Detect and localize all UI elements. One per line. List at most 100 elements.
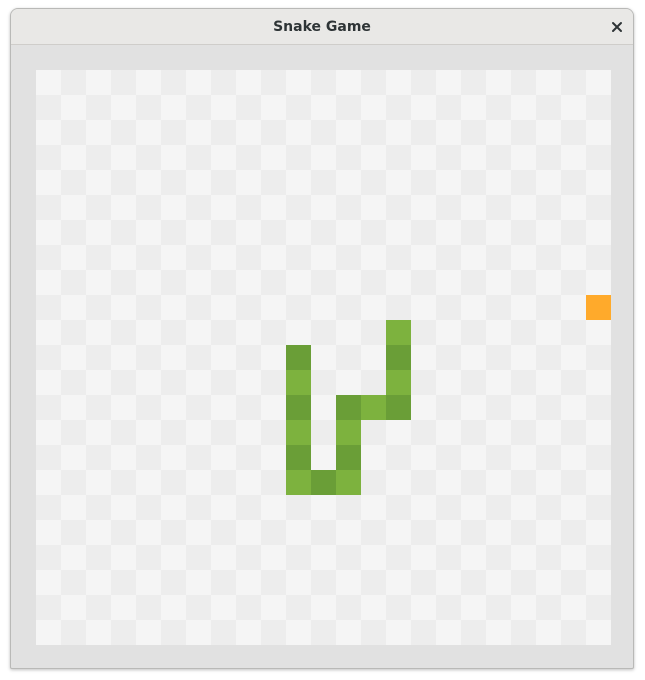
board-tile xyxy=(261,420,286,445)
board-tile xyxy=(536,145,561,170)
board-tile xyxy=(361,420,386,445)
board-tile xyxy=(286,295,311,320)
board-tile xyxy=(486,95,511,120)
board-tile xyxy=(386,195,411,220)
board-tile xyxy=(211,220,236,245)
board-tile xyxy=(311,320,336,345)
board-tile xyxy=(261,120,286,145)
board-tile xyxy=(211,370,236,395)
snake-segment xyxy=(336,420,361,445)
board-tile xyxy=(111,320,136,345)
title-bar[interactable]: Snake Game xyxy=(11,9,633,45)
board-tile xyxy=(36,395,61,420)
board-tile xyxy=(111,520,136,545)
board-tile xyxy=(586,395,611,420)
board-tile xyxy=(286,595,311,620)
board-tile xyxy=(86,495,111,520)
board-tile xyxy=(186,345,211,370)
board-tile xyxy=(136,295,161,320)
board-tile xyxy=(86,145,111,170)
game-board[interactable] xyxy=(36,70,611,645)
board-tile xyxy=(411,470,436,495)
board-tile xyxy=(486,445,511,470)
board-tile xyxy=(211,420,236,445)
board-tile xyxy=(411,170,436,195)
board-tile xyxy=(161,520,186,545)
board-tile xyxy=(461,520,486,545)
snake-segment xyxy=(336,395,361,420)
board-tile xyxy=(386,495,411,520)
board-tile xyxy=(261,320,286,345)
board-tile xyxy=(111,120,136,145)
board-tile xyxy=(286,145,311,170)
board-tile xyxy=(61,70,86,95)
board-tile xyxy=(561,320,586,345)
board-tile xyxy=(361,370,386,395)
board-tile xyxy=(511,520,536,545)
board-tile xyxy=(361,570,386,595)
game-window: Snake Game xyxy=(10,8,634,669)
board-tile xyxy=(36,195,61,220)
board-tile xyxy=(211,120,236,145)
board-tile xyxy=(61,470,86,495)
board-tile xyxy=(161,270,186,295)
board-tile xyxy=(261,220,286,245)
board-tile xyxy=(211,520,236,545)
board-tile xyxy=(386,95,411,120)
snake-segment xyxy=(336,470,361,495)
board-tile xyxy=(186,295,211,320)
board-tile xyxy=(211,570,236,595)
board-tile xyxy=(536,245,561,270)
board-tile xyxy=(361,170,386,195)
board-tile xyxy=(161,420,186,445)
board-tile xyxy=(161,620,186,645)
board-tile xyxy=(411,320,436,345)
board-tile xyxy=(536,345,561,370)
board-tile xyxy=(161,120,186,145)
board-tile xyxy=(486,395,511,420)
board-tile xyxy=(86,245,111,270)
close-button[interactable] xyxy=(605,15,629,39)
board-tile xyxy=(236,545,261,570)
board-tile xyxy=(461,620,486,645)
board-tile xyxy=(311,70,336,95)
board-tile xyxy=(311,170,336,195)
board-tile xyxy=(486,295,511,320)
board-tile xyxy=(311,520,336,545)
board-tile xyxy=(436,145,461,170)
snake-head xyxy=(386,320,411,345)
board-tile xyxy=(111,620,136,645)
board-tile xyxy=(586,445,611,470)
board-tile xyxy=(161,70,186,95)
board-tile xyxy=(561,370,586,395)
board-tile xyxy=(186,395,211,420)
board-tile xyxy=(461,420,486,445)
board-tile xyxy=(586,345,611,370)
board-tile xyxy=(336,245,361,270)
board-tile xyxy=(61,620,86,645)
board-tile xyxy=(511,170,536,195)
board-tile xyxy=(461,320,486,345)
board-tile xyxy=(111,220,136,245)
board-tile xyxy=(36,95,61,120)
board-tile xyxy=(61,420,86,445)
board-tile xyxy=(561,420,586,445)
board-tile xyxy=(486,245,511,270)
board-tile xyxy=(336,195,361,220)
board-tile xyxy=(411,520,436,545)
board-tile xyxy=(86,595,111,620)
board-tile xyxy=(86,95,111,120)
snake-segment xyxy=(286,470,311,495)
board-tile xyxy=(61,220,86,245)
board-tile xyxy=(161,370,186,395)
board-tile xyxy=(536,545,561,570)
board-tile xyxy=(461,470,486,495)
board-tile xyxy=(386,245,411,270)
board-tile xyxy=(286,195,311,220)
board-tile xyxy=(436,195,461,220)
board-tile xyxy=(211,620,236,645)
board-tile xyxy=(136,445,161,470)
board-tile xyxy=(436,245,461,270)
board-tile xyxy=(136,195,161,220)
board-tile xyxy=(136,345,161,370)
